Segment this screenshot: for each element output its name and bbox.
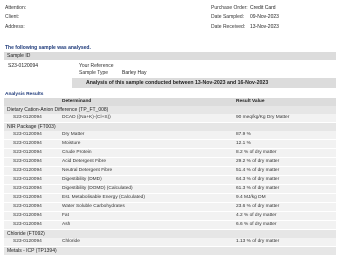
table-row: S23-0120094 Est. Metabolisable Energy (C… — [4, 194, 336, 202]
table-row: S23-0120094 Digestibility (DMD) 64.3 % o… — [4, 176, 336, 184]
conducted-band: Analysis of this sample conducted betwee… — [72, 78, 336, 88]
results-title: Analysis Results — [5, 92, 44, 97]
table-row: S23-0120094 Water Soluble Carbohydrates … — [4, 203, 336, 211]
table-row: S23-0120094 Fat 4.2 % of dry matter — [4, 212, 336, 220]
purchase-order-value: Credit Card — [250, 5, 276, 11]
date-received-label: Date Received: — [211, 24, 246, 30]
analysed-title: The following sample was analysed. — [5, 45, 91, 51]
sample-id-label: Sample ID — [7, 53, 31, 59]
table-row: S23-0120094 Acid Detergent Fibre 29.2 % … — [4, 158, 336, 166]
sample-id-header: Sample ID — [4, 52, 336, 60]
conducted-text: Analysis of this sample conducted betwee… — [86, 80, 269, 86]
table-row: S23-0120094 Moisture 12.1 % — [4, 140, 336, 148]
table-row: S23-0120094 Neutral Detergent Fibre 51.4… — [4, 167, 336, 175]
results-column-header: Determinand Result Value — [4, 98, 336, 106]
sample-type-label: Sample Type — [79, 70, 109, 76]
address-label: Address: — [5, 24, 25, 30]
table-row: S23-0120094 DCAD ((Na+K)-(Cl+S)) 90 meq/… — [4, 114, 336, 122]
attention-label: Attention: — [5, 5, 27, 11]
table-row: S23-0120094 Ash 6.6 % of dry matter — [4, 221, 336, 229]
table-row: S23-0120094 Dry Matter 87.9 % — [4, 131, 336, 139]
section-header: NIR Package (FT003) — [4, 123, 336, 131]
col-result: Result Value — [236, 99, 265, 104]
client-label: Client: — [5, 14, 20, 20]
table-row: S23-0120094 Chloride 1.13 % of dry matte… — [4, 238, 336, 246]
table-row: S23-0120094 Digestibility (DOMD) (Calcul… — [4, 185, 336, 193]
date-sampled-label: Date Sampled: — [211, 14, 245, 20]
purchase-order-label: Purchase Order: — [211, 5, 248, 11]
col-determinand: Determinand — [62, 99, 92, 104]
section-header: Metals - ICP (TP1394) — [4, 247, 336, 255]
date-received-value: 13-Nov-2023 — [250, 24, 279, 30]
your-reference-label: Your Reference — [79, 63, 114, 69]
table-row: S23-0120094 Crude Protein 8.2 % of dry m… — [4, 149, 336, 157]
sample-id-value: S23-0120094 — [8, 63, 39, 69]
sample-type-value: Barley Hay — [122, 70, 147, 76]
section-header: Dietary Cation-Anion Difference (TP_FT_0… — [4, 106, 336, 114]
section-header: Chloride (FT092) — [4, 230, 336, 238]
date-sampled-value: 09-Nov-2023 — [250, 14, 279, 20]
